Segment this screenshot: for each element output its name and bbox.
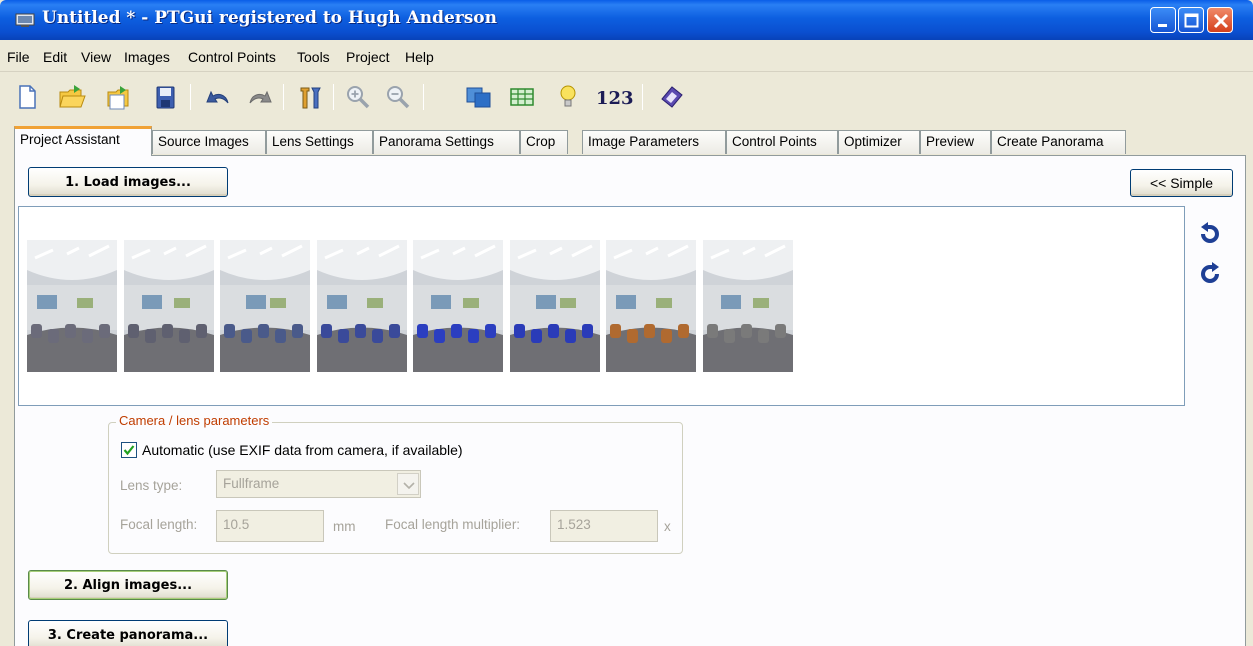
- numbers-icon[interactable]: 123: [596, 88, 634, 109]
- new-icon[interactable]: [12, 82, 42, 112]
- toolbar-separator: [423, 84, 424, 110]
- lens-type-label: Lens type:: [120, 478, 183, 493]
- lens-type-select[interactable]: Fullframe: [216, 470, 421, 498]
- toolbar-separator: [190, 84, 191, 110]
- image-thumbnail[interactable]: [316, 240, 407, 372]
- image-thumbnail[interactable]: [606, 240, 696, 372]
- align-images-button[interactable]: 2. Align images...: [28, 570, 228, 600]
- undo-icon[interactable]: [203, 82, 233, 112]
- tab-preview[interactable]: Preview: [920, 130, 991, 154]
- menu-edit[interactable]: Edit: [43, 49, 67, 65]
- image-thumbnail[interactable]: [413, 240, 503, 372]
- close-button[interactable]: [1207, 7, 1233, 33]
- menu-view[interactable]: View: [81, 49, 111, 65]
- automatic-checkbox[interactable]: [121, 442, 137, 458]
- tab-optimizer[interactable]: Optimizer: [838, 130, 920, 154]
- create-panorama-button[interactable]: 3. Create panorama...: [28, 620, 228, 646]
- app-icon: [15, 12, 35, 28]
- load-images-button[interactable]: 1. Load images...: [28, 167, 228, 197]
- toolbar-separator: [333, 84, 334, 110]
- image-thumbnail[interactable]: [27, 240, 117, 372]
- rotate-left-icon[interactable]: [1198, 222, 1222, 246]
- open-icon[interactable]: [57, 82, 87, 112]
- tab-project-assistant[interactable]: Project Assistant: [14, 126, 152, 156]
- save-icon[interactable]: [150, 82, 180, 112]
- tab-control-points[interactable]: Control Points: [726, 130, 838, 154]
- multiplier-label: Focal length multiplier:: [385, 517, 521, 532]
- window-title: Untitled * - PTGui registered to Hugh An…: [42, 8, 498, 28]
- title-bar[interactable]: Untitled * - PTGui registered to Hugh An…: [0, 0, 1253, 40]
- tab-create-panorama[interactable]: Create Panorama: [991, 130, 1126, 154]
- focal-length-unit: mm: [333, 519, 356, 534]
- redo-icon[interactable]: [245, 82, 275, 112]
- toolbar-separator: [283, 84, 284, 110]
- menu-tools[interactable]: Tools: [297, 49, 330, 65]
- menu-control-points[interactable]: Control Points: [188, 49, 276, 65]
- simple-button[interactable]: << Simple: [1130, 169, 1233, 197]
- minimize-button[interactable]: [1150, 7, 1176, 33]
- multiplier-field[interactable]: 1.523: [550, 510, 658, 542]
- automatic-label[interactable]: Automatic (use EXIF data from camera, if…: [142, 442, 463, 458]
- image-thumbnail[interactable]: [123, 240, 214, 372]
- group-legend: Camera / lens parameters: [116, 413, 273, 428]
- zoom-in-icon[interactable]: [343, 82, 373, 112]
- rotate-right-icon[interactable]: [1198, 262, 1222, 286]
- tab-image-parameters[interactable]: Image Parameters: [582, 130, 726, 154]
- menu-project[interactable]: Project: [346, 49, 390, 65]
- tab-strip: Project Assistant Source Images Lens Set…: [0, 126, 1253, 156]
- toolbar-separator: [642, 84, 643, 110]
- help-icon[interactable]: [656, 82, 686, 112]
- focal-length-label: Focal length:: [120, 517, 198, 532]
- tab-panorama-settings[interactable]: Panorama Settings: [373, 130, 520, 154]
- image-thumbnail[interactable]: [702, 240, 793, 372]
- menu-file[interactable]: File: [7, 49, 30, 65]
- table-icon[interactable]: [507, 82, 537, 112]
- tab-lens-settings[interactable]: Lens Settings: [266, 130, 373, 154]
- image-thumbnails[interactable]: [18, 206, 1185, 406]
- settings-icon[interactable]: [295, 82, 325, 112]
- toolbar: 123: [0, 72, 1253, 124]
- open-recent-icon[interactable]: [104, 82, 134, 112]
- menu-help[interactable]: Help: [405, 49, 434, 65]
- image-thumbnail[interactable]: [220, 240, 310, 372]
- panorama-editor-icon[interactable]: [464, 82, 494, 112]
- tips-icon[interactable]: [553, 82, 583, 112]
- focal-length-field[interactable]: 10.5: [216, 510, 324, 542]
- maximize-button[interactable]: [1178, 7, 1204, 33]
- image-thumbnail[interactable]: [509, 240, 600, 372]
- tab-crop[interactable]: Crop: [520, 130, 568, 154]
- zoom-out-icon[interactable]: [383, 82, 413, 112]
- menu-images[interactable]: Images: [124, 49, 170, 65]
- menu-bar: File Edit View Images Control Points Too…: [0, 40, 1253, 72]
- chevron-down-icon[interactable]: [397, 473, 419, 495]
- multiplier-unit: x: [664, 519, 671, 534]
- tab-source-images[interactable]: Source Images: [152, 130, 266, 154]
